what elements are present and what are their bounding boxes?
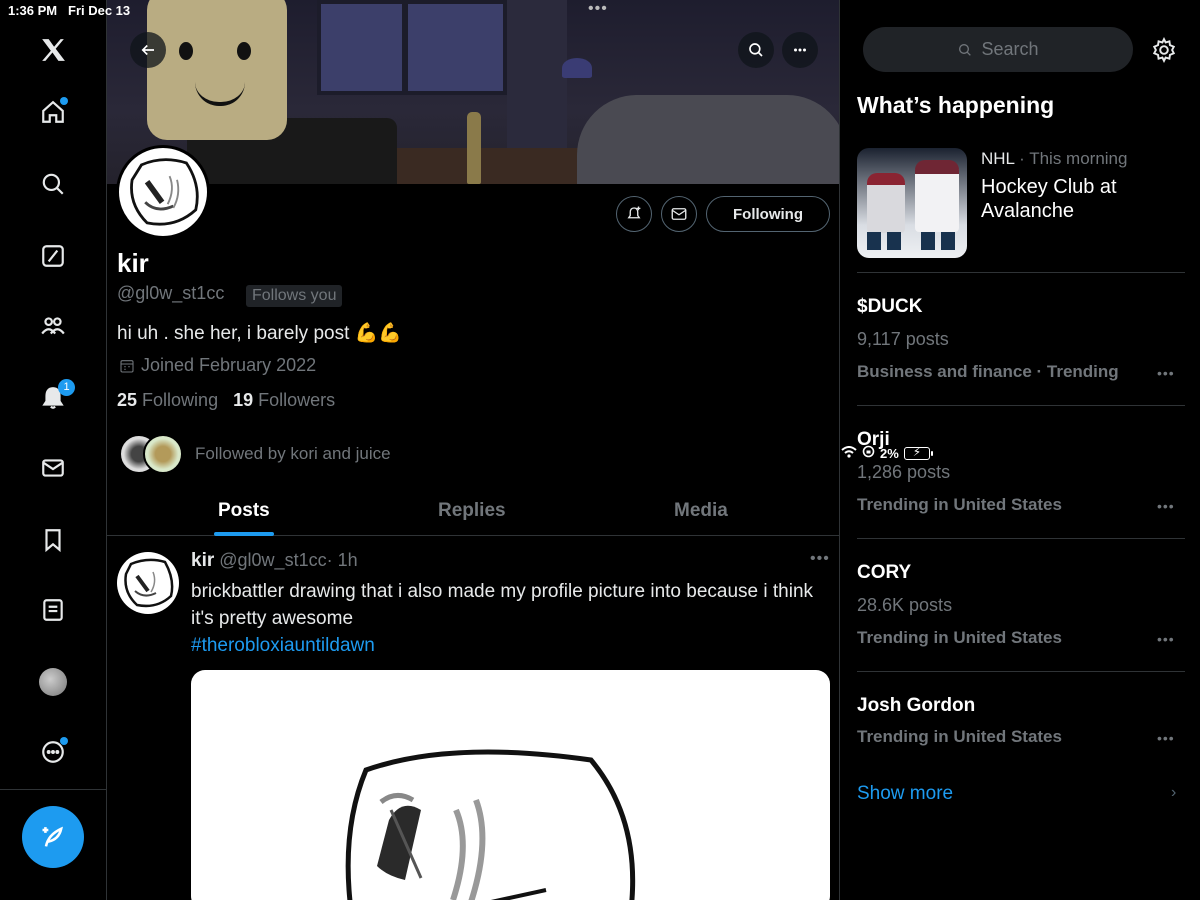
tweet-author-handle[interactable]: @gl0w_st1cc (219, 550, 326, 570)
profile-search-button[interactable] (738, 32, 774, 68)
battery-icon: ⚡ (903, 445, 933, 460)
following-link[interactable]: 25 Following (117, 390, 218, 410)
profile-avatar[interactable] (116, 145, 210, 239)
notifications-badge: 1 (58, 379, 75, 396)
nav-divider (0, 789, 107, 790)
compose-button[interactable] (22, 806, 84, 868)
home-unread-dot (60, 97, 68, 105)
followers-link[interactable]: 19 Followers (233, 390, 335, 410)
followers-count: 19 (233, 390, 254, 410)
profile-more-button[interactable] (782, 32, 818, 68)
more-unread-dot (60, 737, 68, 745)
follows-you-badge: Follows you (246, 285, 343, 307)
lists-icon[interactable] (33, 590, 73, 630)
more-icon[interactable] (33, 732, 73, 772)
tweet-media-image[interactable] (191, 670, 830, 900)
followed-by-avatars (119, 434, 183, 474)
ellipsis-icon (794, 48, 806, 52)
joined-text: Joined February 2022 (141, 355, 317, 375)
followers-label: Followers (258, 390, 336, 410)
profile-display-name: kir (117, 248, 149, 278)
compose-feather-icon (42, 826, 63, 847)
follow-counts: 25 Following 19 Followers (117, 390, 335, 411)
wifi-icon (841, 445, 857, 461)
back-button[interactable] (130, 32, 166, 68)
status-bar: 1:36 PM Fri Dec 13 ••• 2% ⚡ (0, 0, 1200, 461)
profile-tabs: Posts Replies Media (107, 488, 839, 536)
notifications-icon[interactable]: 1 (33, 378, 75, 418)
battery-percent: 2% (880, 445, 899, 461)
multitasking-dots-icon[interactable]: ••• (588, 0, 608, 18)
nav-avatar (39, 668, 67, 696)
tweet-more-icon[interactable]: ••• (810, 550, 830, 568)
explore-icon[interactable] (33, 164, 73, 204)
profile-bio: hi uh . she her, i barely post 💪💪 (117, 323, 402, 344)
following-label: Following (142, 390, 219, 410)
tab-posts[interactable]: Posts (218, 500, 270, 522)
calendar-icon (120, 359, 134, 373)
following-button[interactable]: Following (706, 196, 830, 232)
tweet-timestamp[interactable]: · 1h (327, 550, 358, 570)
bookmarks-icon[interactable] (33, 520, 73, 560)
tweet-body: brickbattler drawing that i also made my… (191, 581, 814, 629)
followed-by-text: Followed by kori and juice (195, 444, 391, 463)
grok-icon[interactable] (33, 236, 73, 276)
status-indicators: 2% ⚡ (841, 3, 1200, 900)
status-date: Fri Dec 13 (68, 3, 131, 18)
active-tab-indicator (214, 532, 274, 536)
profile-banner[interactable] (107, 0, 839, 184)
notify-button[interactable] (616, 196, 652, 232)
tab-media[interactable]: Media (674, 500, 728, 522)
status-time: 1:36 PM (8, 3, 58, 18)
tweet-header: kir @gl0w_st1cc· 1h (191, 550, 358, 572)
messages-icon[interactable] (33, 448, 73, 488)
home-icon[interactable] (33, 92, 73, 132)
following-count: 25 (117, 390, 138, 410)
message-button[interactable] (661, 196, 697, 232)
orientation-lock-icon (862, 445, 875, 461)
profile-handle: @gl0w_st1cc (117, 283, 225, 303)
tweet-hashtag[interactable]: #therobloxiauntildawn (191, 635, 375, 656)
arrow-left-icon (141, 44, 154, 56)
bell-plus-icon (627, 206, 641, 219)
profile-icon[interactable] (33, 662, 73, 702)
communities-icon[interactable] (33, 306, 73, 346)
avatar (143, 434, 183, 474)
followed-by[interactable]: Followed by kori and juice (119, 434, 391, 474)
joined-date: Joined February 2022 (119, 355, 316, 376)
tweet-author-name[interactable]: kir (191, 550, 214, 571)
search-icon (749, 43, 763, 57)
envelope-icon (671, 208, 687, 220)
tweet-avatar[interactable] (117, 552, 179, 614)
tweet-text: brickbattler drawing that i also made my… (191, 578, 821, 659)
profile-main: Following kir @gl0w_st1cc Follows you hi… (107, 0, 840, 900)
tab-replies[interactable]: Replies (438, 500, 506, 522)
x-logo-icon[interactable] (33, 30, 73, 70)
left-nav: 1 (0, 0, 107, 900)
